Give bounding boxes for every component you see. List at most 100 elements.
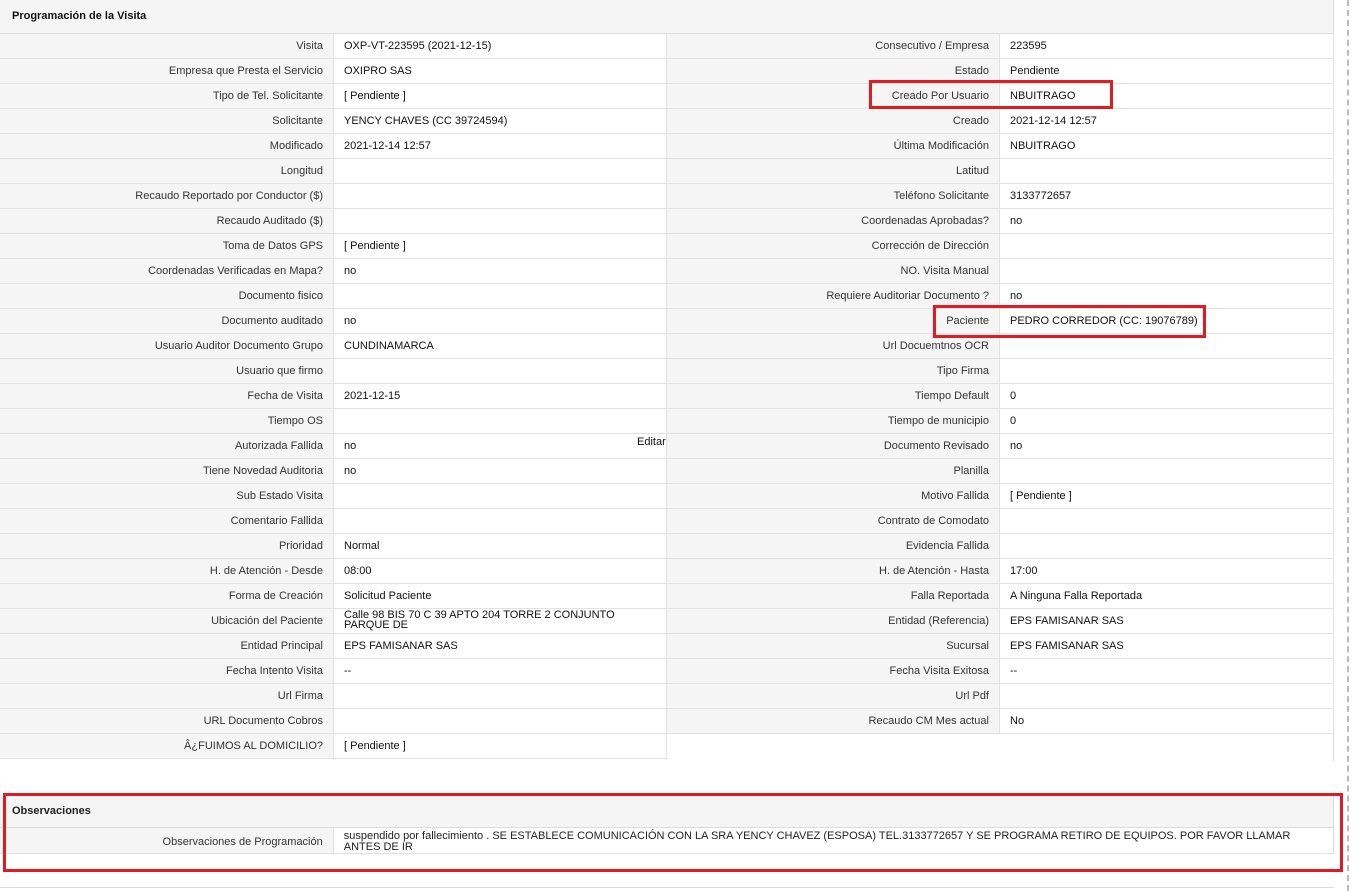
right-row: Entidad (Referencia) EPS FAMISANAR SAS	[667, 609, 1334, 634]
editar-link[interactable]: Editar	[637, 436, 666, 448]
field-value: OXP-VT-223595 (2021-12-15)	[334, 34, 667, 59]
field-label: Solicitante	[0, 109, 334, 134]
field-label: NO. Visita Manual	[667, 259, 1000, 284]
field-label: Usuario que firmo	[0, 359, 334, 384]
field-value: OXIPRO SAS	[334, 59, 667, 84]
field-label: Tiempo OS	[0, 409, 334, 434]
field-value: [ Pendiente ]	[1000, 484, 1334, 509]
field-value: 2021-12-14 12:57	[334, 134, 667, 159]
left-row: Â¿FUIMOS AL DOMICILIO?[ Pendiente ]	[0, 734, 667, 759]
left-row: Fecha Intento Visita --	[0, 659, 667, 684]
programacion-panel: Programación de la Visita Visita OXP-VT-2…	[0, 0, 1334, 761]
field-label: Tipo Firma	[667, 359, 1000, 384]
field-label: Entidad Principal	[0, 634, 334, 659]
field-label: Recaudo Reportado por Conductor ($)	[0, 184, 334, 209]
field-label: Estado	[667, 59, 1000, 84]
field-value: no	[1000, 209, 1334, 234]
field-value: NBUITRAGO	[1000, 84, 1334, 109]
field-label: Consecutivo / Empresa	[667, 34, 1000, 59]
field-label: Recaudo CM Mes actual	[667, 709, 1000, 734]
field-label: Coordenadas Verificadas en Mapa?	[0, 259, 334, 284]
field-value: --	[1000, 659, 1334, 684]
field-value: A Ninguna Falla Reportada	[1000, 584, 1334, 609]
left-row: Documento auditado no	[0, 309, 667, 334]
left-row: Tiempo OS	[0, 409, 667, 434]
field-value: NBUITRAGO	[1000, 134, 1334, 159]
field-value: no	[334, 434, 667, 459]
field-value	[1000, 334, 1334, 359]
right-row: Creado Por Usuario NBUITRAGO	[667, 84, 1334, 109]
left-row: Documento fisico	[0, 284, 667, 309]
left-row: Tipo de Tel. Solicitante[ Pendiente ]	[0, 84, 667, 109]
field-value: 08:00	[334, 559, 667, 584]
field-value	[1000, 234, 1334, 259]
field-value: Pendiente	[1000, 59, 1334, 84]
field-value	[1000, 684, 1334, 709]
left-row: Coordenadas Verificadas en Mapa? no	[0, 259, 667, 284]
observaciones-value: suspendido por fallecimiento . SE ESTABL…	[333, 828, 1333, 854]
field-label: Planilla	[667, 459, 1000, 484]
field-value	[1000, 159, 1334, 184]
field-value: [ Pendiente ]	[334, 234, 667, 259]
field-value	[334, 284, 667, 309]
field-label: Sucursal	[667, 634, 1000, 659]
field-value: [ Pendiente ]	[334, 734, 667, 759]
field-label: Documento Revisado	[667, 434, 1000, 459]
left-row: Recaudo Auditado ($)	[0, 209, 667, 234]
field-label: Contrato de Comodato	[667, 509, 1000, 534]
field-value	[334, 684, 667, 709]
field-value: 3133772657	[1000, 184, 1334, 209]
field-value: No	[1000, 709, 1334, 734]
left-row: URL Documento Cobros	[0, 709, 667, 734]
field-label: Coordenadas Aprobadas?	[667, 209, 1000, 234]
field-label: Forma de Creación	[0, 584, 334, 609]
right-row: Paciente PEDRO CORREDOR (CC: 19076789)	[667, 309, 1334, 334]
right-row: Recaudo CM Mes actual No	[667, 709, 1334, 734]
field-value	[334, 359, 667, 384]
field-label: Motivo Fallida	[667, 484, 1000, 509]
field-value	[1000, 459, 1334, 484]
field-value: YENCY CHAVES (CC 39724594)	[334, 109, 667, 134]
observaciones-label: Observaciones de Programación	[0, 828, 334, 854]
left-row: Visita OXP-VT-223595 (2021-12-15)	[0, 34, 667, 59]
field-value	[1000, 534, 1334, 559]
field-label: Fecha Visita Exitosa	[667, 659, 1000, 684]
panel-title: Programación de la Visita	[0, 0, 1333, 34]
right-row: NO. Visita Manual	[667, 259, 1334, 284]
field-label: Modificado	[0, 134, 334, 159]
field-label: URL Documento Cobros	[0, 709, 334, 734]
field-label: Prioridad	[0, 534, 334, 559]
field-label: Teléfono Solicitante	[667, 184, 1000, 209]
field-label: Evidencia Fallida	[667, 534, 1000, 559]
field-value: EPS FAMISANAR SAS	[1000, 634, 1334, 659]
field-value: 2021-12-14 12:57	[1000, 109, 1334, 134]
right-row: Corrección de Dirección	[667, 234, 1334, 259]
field-label: Fecha Intento Visita	[0, 659, 334, 684]
right-row: Sucursal EPS FAMISANAR SAS	[667, 634, 1334, 659]
field-value: Normal	[334, 534, 667, 559]
right-row: Tiempo Default 0	[667, 384, 1334, 409]
field-value: [ Pendiente ]	[334, 84, 667, 109]
right-row: Url Pdf	[667, 684, 1334, 709]
field-value: Calle 98 BIS 70 C 39 APTO 204 TORRE 2 CO…	[334, 609, 667, 634]
left-row: Sub Estado Visita	[0, 484, 667, 509]
field-label: Última Modificación	[667, 134, 1000, 159]
left-row: H. de Atención - Desde 08:00	[0, 559, 667, 584]
field-label: Visita	[0, 34, 334, 59]
field-value: 0	[1000, 384, 1334, 409]
field-value	[334, 159, 667, 184]
left-row: Modificado 2021-12-14 12:57	[0, 134, 667, 159]
field-value: no	[1000, 284, 1334, 309]
field-value	[334, 509, 667, 534]
right-row: Última Modificación NBUITRAGO	[667, 134, 1334, 159]
field-value: 223595	[1000, 34, 1334, 59]
right-row: Falla Reportada A Ninguna Falla Reportada	[667, 584, 1334, 609]
left-row: Toma de Datos GPS[ Pendiente ]	[0, 234, 667, 259]
right-row: Contrato de Comodato	[667, 509, 1334, 534]
right-row: Motivo Fallida[ Pendiente ]	[667, 484, 1334, 509]
right-row: Tipo Firma	[667, 359, 1334, 384]
field-label: Recaudo Auditado ($)	[0, 209, 334, 234]
right-row: Tiempo de municipio 0	[667, 409, 1334, 434]
left-row: Autorizada Fallida no	[0, 434, 667, 459]
left-row: Empresa que Presta el Servicio OXIPRO SAS	[0, 59, 667, 84]
